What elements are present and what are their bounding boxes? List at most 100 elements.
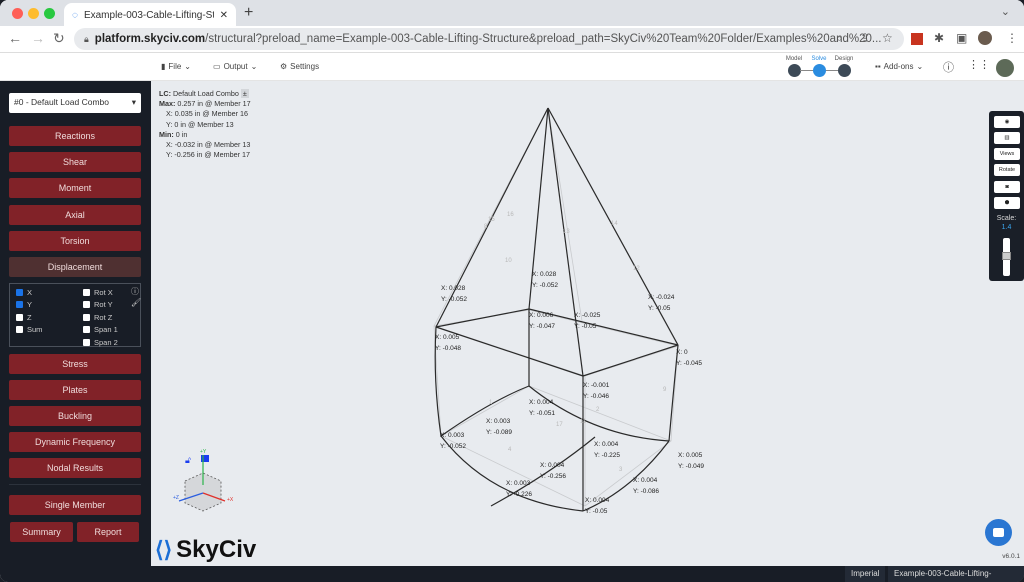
scale-slider[interactable] (1002, 238, 1011, 276)
svg-text:Y: -0.226: Y: -0.226 (506, 491, 532, 498)
checkbox-rot-y[interactable]: Rot Y (83, 300, 113, 309)
cube-icon[interactable]: ⬢ (994, 197, 1020, 209)
axial-button[interactable]: Axial (9, 205, 141, 225)
checkbox-rot-x[interactable]: Rot X (83, 288, 113, 297)
rotate-button[interactable]: Rotate (994, 164, 1020, 176)
chart-icon[interactable]: ▥ (994, 132, 1020, 144)
checkbox-span-1[interactable]: Span 1 (83, 325, 118, 334)
reactions-button[interactable]: Reactions (9, 126, 141, 146)
node-label: X: -0.024 Y: -0.05 (648, 294, 675, 312)
browser-tab[interactable]: ◌ Example-003-Cable-Lifting-St ✕ (64, 3, 236, 27)
displacement-options: X Y Z Sum Rot X Rot Y Rot Z Span 1 Span … (9, 283, 141, 347)
node-label: X: 0.003 Y: -0.226 (506, 480, 532, 498)
stress-button[interactable]: Stress (9, 354, 141, 374)
dynamic-frequency-button[interactable]: Dynamic Frequency (9, 432, 141, 452)
browser-menu-icon[interactable]: ⋮ (1006, 31, 1018, 45)
close-window-button[interactable] (12, 8, 23, 19)
paintbrush-icon[interactable]: 🖌︎ (131, 298, 141, 307)
member-number: 13 (563, 229, 570, 235)
shear-button[interactable]: Shear (9, 152, 141, 172)
apps-grid-icon[interactable]: ⋮⋮ (968, 58, 990, 71)
share-icon[interactable]: ⇪ (860, 31, 870, 45)
lock-icon[interactable]: 🔓︎ (185, 455, 191, 465)
reload-icon[interactable]: ↻ (53, 30, 65, 47)
y-axis-label: +Y (200, 449, 207, 455)
torsion-button[interactable]: Torsion (9, 231, 141, 251)
nodal-results-button[interactable]: Nodal Results (9, 458, 141, 478)
moment-button[interactable]: Moment (9, 178, 141, 198)
checkbox-span-2[interactable]: Span 2 (83, 338, 118, 347)
summary-button[interactable]: Summary (10, 522, 73, 542)
chat-icon (993, 528, 1004, 537)
extensions-puzzle-icon[interactable]: ✱ (934, 31, 944, 45)
side-panel-icon[interactable]: ▣ (956, 31, 967, 45)
back-icon[interactable]: ← (8, 30, 22, 46)
settings-menu[interactable]: ⚙ Settings (280, 62, 319, 71)
camera-icon[interactable]: ◙ (994, 181, 1020, 193)
new-tab-button[interactable]: + (244, 4, 253, 22)
plates-button[interactable]: Plates (9, 380, 141, 400)
zoom-search-icon[interactable]: ⌕ (836, 31, 843, 46)
views-button[interactable]: Views (994, 148, 1020, 160)
single-member-button[interactable]: Single Member (9, 495, 141, 515)
tab-search-chevron-icon[interactable]: ⌄ (1001, 5, 1010, 18)
info-icon[interactable]: ⓘ (131, 286, 139, 297)
units-indicator[interactable]: Imperial (845, 566, 886, 582)
member-number: 10 (505, 258, 512, 264)
address-bar[interactable]: 🔒︎ platform.skyciv.com/structural?preloa… (74, 28, 904, 50)
svg-text:X: 0.028: X: 0.028 (441, 285, 466, 292)
visibility-eye-icon[interactable]: ◉ (994, 116, 1020, 128)
checkbox-x[interactable]: X (16, 288, 32, 297)
svg-text:X: 0: X: 0 (676, 349, 688, 356)
profile-avatar[interactable] (978, 31, 992, 45)
status-bar: Imperial Example-003-Cable-Lifting-Struc… (0, 566, 1024, 582)
node-label: X: 0.004 Y: -0.05 (585, 497, 610, 515)
help-icon[interactable]: ⓘ (943, 59, 954, 75)
bookmark-star-icon[interactable]: ☆ (882, 31, 893, 45)
browser-toolbar: ← → ↻ 🔒︎ platform.skyciv.com/structural?… (0, 26, 1024, 53)
url-path: /structural?preload_name=Example-003-Cab… (205, 33, 882, 45)
node-label: X: 0.004 Y: -0.256 (540, 462, 566, 480)
member-number: 14 (611, 221, 618, 227)
scale-slider-handle[interactable] (1002, 252, 1011, 260)
report-button[interactable]: Report (77, 522, 139, 542)
view-cube[interactable]: 🔓︎ +Y +X +Z (173, 449, 234, 512)
buckling-button[interactable]: Buckling (9, 406, 141, 426)
checkbox-y[interactable]: Y (16, 300, 32, 309)
forward-icon[interactable]: → (31, 30, 45, 46)
file-menu[interactable]: ▮ File ⌄ (161, 62, 191, 71)
addons-menu[interactable]: ▪▪ Add-ons ⌄ (875, 62, 923, 71)
chat-support-button[interactable] (985, 519, 1012, 546)
extension-icon[interactable] (911, 33, 923, 45)
svg-text:Y: -0.048: Y: -0.048 (435, 345, 461, 352)
member-number: 4 (508, 447, 512, 453)
3d-toggle-icon[interactable] (201, 455, 209, 462)
model-icon (787, 64, 801, 77)
svg-text:X: 0.004: X: 0.004 (540, 462, 565, 469)
displacement-button[interactable]: Displacement (9, 257, 141, 277)
stage-solve[interactable]: Solve (808, 56, 830, 77)
monitor-icon: ▭ (213, 62, 221, 71)
node-label: X: 0.005 Y: -0.048 (435, 334, 461, 352)
skyciv-favicon-icon: ◌ (72, 9, 78, 21)
close-tab-icon[interactable]: ✕ (220, 10, 228, 21)
checkbox-z[interactable]: Z (16, 313, 32, 322)
svg-text:Y: -0.225: Y: -0.225 (594, 452, 620, 459)
skyciv-logo-icon: ⟨⟩ (155, 537, 173, 562)
output-menu[interactable]: ▭ Output ⌄ (213, 62, 257, 71)
results-sidebar: #0 - Default Load Combo ▾ Reactions Shear… (0, 81, 151, 566)
scale-label: Scale: (996, 215, 1017, 222)
3d-viewport[interactable]: LC: Default Load Combo ± Max: 0.257 in @… (151, 81, 1024, 566)
dropdown-caret-icon: ▾ (131, 97, 136, 107)
node-label: X: 0.004 Y: -0.225 (594, 441, 620, 459)
svg-text:X: -0.024: X: -0.024 (648, 294, 675, 301)
stage-model[interactable]: Model (783, 56, 805, 77)
load-combo-select[interactable]: #0 - Default Load Combo ▾ (9, 93, 141, 113)
user-avatar[interactable] (996, 59, 1014, 77)
minimize-window-button[interactable] (28, 8, 39, 19)
checkbox-rot-z[interactable]: Rot Z (83, 313, 112, 322)
svg-text:Y: -0.051: Y: -0.051 (529, 410, 555, 417)
stage-design[interactable]: Design (833, 56, 855, 77)
maximize-window-button[interactable] (44, 8, 55, 19)
checkbox-sum[interactable]: Sum (16, 325, 42, 334)
